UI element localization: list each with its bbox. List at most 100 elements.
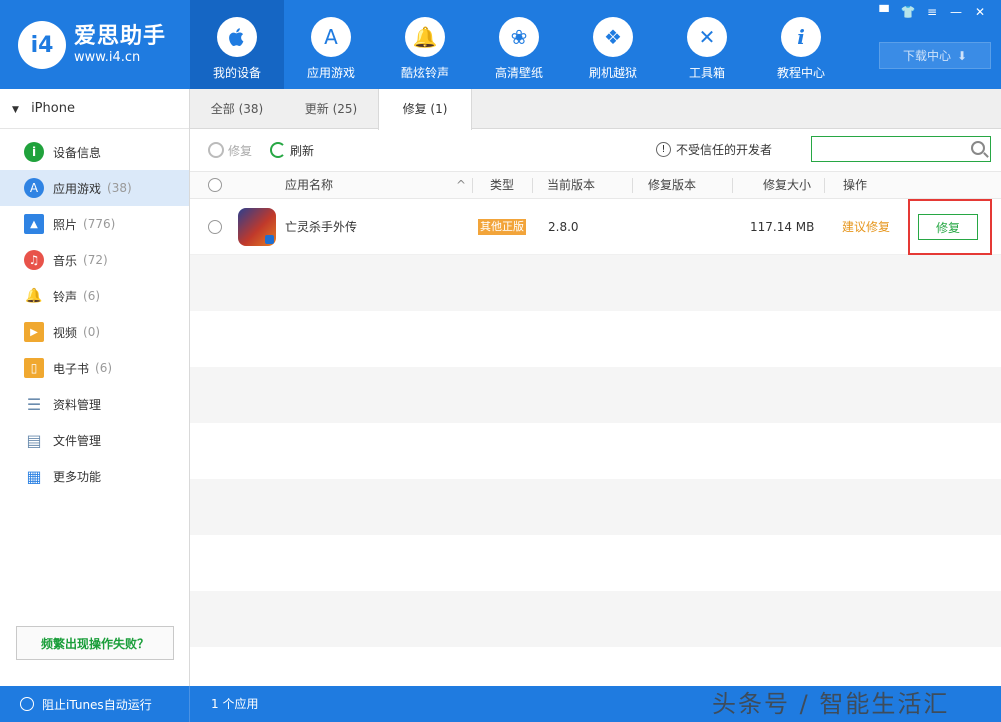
ringtone-icon: 🔔 — [25, 288, 43, 304]
sidebar-item-apps[interactable]: A 应用游戏 (38) — [0, 170, 189, 206]
sidebar-item-ringtones[interactable]: 🔔 铃声 (6) — [0, 278, 189, 314]
nav-label: 教程中心 — [776, 66, 825, 80]
table-row: 亡灵杀手外传 其他正版 2.8.0 117.14 MB 建议修复 — [190, 199, 1001, 255]
download-center-button[interactable]: 下载中心 ⬇ — [879, 42, 991, 69]
nav-ringtones[interactable]: 🔔 酷炫铃声 — [378, 0, 472, 89]
watermark: 头条号 / 智能生活汇 — [712, 690, 950, 718]
photo-icon: ▲ — [24, 214, 44, 234]
nav-toolbox[interactable]: ✕ 工具箱 — [660, 0, 754, 89]
nav-my-device[interactable]: 我的设备 — [190, 0, 284, 89]
chevron-down-icon: ▼ — [12, 105, 19, 115]
row-select-radio[interactable] — [208, 220, 222, 234]
bell-icon: 🔔 — [405, 17, 445, 57]
sidebar-item-more[interactable]: ▦ 更多功能 — [0, 458, 189, 494]
empty-row — [190, 255, 1001, 311]
apple-icon — [217, 17, 257, 57]
col-separator — [824, 178, 825, 193]
refresh-button[interactable]: 刷新 — [270, 142, 314, 159]
minimize-icon[interactable]: — — [947, 4, 965, 20]
refresh-icon — [270, 142, 287, 158]
feedback-icon[interactable]: ▀ — [875, 4, 893, 20]
sidebar-item-label: 更多功能 — [53, 469, 102, 484]
sidebar-item-count: (776) — [83, 217, 116, 231]
refresh-label: 刷新 — [290, 143, 315, 158]
brand-name: 爱思助手 — [74, 24, 167, 49]
col-separator — [472, 178, 473, 193]
type-badge: 其他正版 — [478, 219, 526, 235]
empty-row — [190, 423, 1001, 479]
search-input[interactable] — [812, 137, 962, 161]
untrusted-label: 不受信任的开发者 — [676, 143, 773, 157]
nav-tutorials[interactable]: i 教程中心 — [754, 0, 848, 89]
nav-label: 应用游戏 — [306, 66, 355, 80]
ebook-icon: ▯ — [24, 358, 44, 378]
sidebar-item-label: 设备信息 — [53, 145, 102, 160]
empty-row — [190, 311, 1001, 367]
frequent-failure-help-button[interactable]: 频繁出现操作失败？ — [16, 626, 174, 660]
empty-row — [190, 479, 1001, 535]
nav-flash-jailbreak[interactable]: ❖ 刷机越狱 — [566, 0, 660, 89]
device-selector[interactable]: ▼ iPhone — [0, 89, 189, 129]
col-app-name[interactable]: 应用名称 — [285, 172, 333, 199]
empty-row — [190, 591, 1001, 647]
tab-repair[interactable]: 修复 (1) — [378, 89, 472, 130]
top-nav: 我的设备 A 应用游戏 🔔 酷炫铃声 ❀ 高清壁纸 ❖ 刷机越狱 ✕ 工具箱 i… — [190, 0, 848, 89]
search-box — [811, 136, 991, 162]
empty-row — [190, 535, 1001, 591]
nav-apps-games[interactable]: A 应用游戏 — [284, 0, 378, 89]
flower-icon: ❀ — [499, 17, 539, 57]
sort-icon[interactable]: ^ — [456, 172, 466, 199]
sidebar-item-photos[interactable]: ▲ 照片 (776) — [0, 206, 189, 242]
tab-all[interactable]: 全部 (38) — [190, 89, 284, 129]
sidebar-item-videos[interactable]: ▶ 视频 (0) — [0, 314, 189, 350]
music-icon: ♫ — [24, 250, 44, 270]
tab-updates[interactable]: 更新 (25) — [284, 89, 378, 129]
download-label: 下载中心 — [902, 49, 951, 63]
device-info-icon: i — [24, 142, 44, 162]
select-all-radio[interactable] — [208, 178, 222, 192]
logo: i4 爱思助手 www.i4.cn — [18, 20, 166, 70]
current-version: 2.8.0 — [548, 220, 579, 234]
sidebar-item-data-management[interactable]: ☰ 资料管理 — [0, 386, 189, 422]
menu-icon[interactable]: ≡ — [923, 4, 941, 20]
info-icon: i — [781, 17, 821, 57]
nav-label: 我的设备 — [212, 66, 261, 80]
empty-row — [190, 367, 1001, 423]
col-repair-version: 修复版本 — [648, 178, 697, 192]
warning-icon: ! — [656, 142, 671, 157]
close-icon[interactable]: ✕ — [971, 4, 989, 20]
repair-size: 117.14 MB — [750, 220, 815, 234]
untrusted-developer-link[interactable]: ! 不受信任的开发者 — [656, 141, 772, 158]
sidebar-item-count: (38) — [107, 181, 132, 195]
sidebar-item-label: 音乐 — [53, 253, 78, 268]
device-name: iPhone — [31, 101, 75, 116]
sidebar-item-music[interactable]: ♫ 音乐 (72) — [0, 242, 189, 278]
sidebar-item-count: (6) — [95, 361, 113, 375]
nav-wallpapers[interactable]: ❀ 高清壁纸 — [472, 0, 566, 89]
skin-icon[interactable]: 👕 — [899, 4, 917, 20]
itunes-label: 阻止iTunes自动运行 — [42, 697, 152, 712]
toolbar: 修复 刷新 ! 不受信任的开发者 — [190, 129, 1001, 171]
block-itunes-toggle[interactable]: 阻止iTunes自动运行 — [0, 686, 190, 722]
sidebar-item-device-info[interactable]: i 设备信息 — [0, 134, 189, 170]
repair-toolbar-button[interactable]: 修复 — [208, 142, 252, 159]
sidebar-item-label: 照片 — [53, 217, 78, 232]
nav-label: 工具箱 — [688, 66, 725, 80]
col-separator — [732, 178, 733, 193]
main-panel: 全部 (38) 更新 (25) 修复 (1) 修复 刷新 ! 不受信任的开发者 … — [190, 89, 1001, 686]
sidebar-item-label: 电子书 — [53, 361, 90, 376]
appstore-icon: A — [311, 17, 351, 57]
logo-text: 爱思助手 www.i4.cn — [74, 24, 166, 66]
repair-button[interactable]: 修复 — [918, 214, 978, 240]
col-current-version: 当前版本 — [547, 178, 596, 192]
search-icon[interactable] — [971, 141, 985, 155]
sidebar-item-file-management[interactable]: ▤ 文件管理 — [0, 422, 189, 458]
col-action: 操作 — [843, 178, 868, 192]
sidebar-item-label: 文件管理 — [53, 433, 102, 448]
repair-icon — [208, 142, 224, 158]
data-icon: ☰ — [26, 394, 42, 414]
brand-url: www.i4.cn — [74, 50, 141, 65]
col-separator — [532, 178, 533, 193]
itunes-radio[interactable] — [20, 697, 34, 711]
sidebar-item-ebooks[interactable]: ▯ 电子书 (6) — [0, 350, 189, 386]
